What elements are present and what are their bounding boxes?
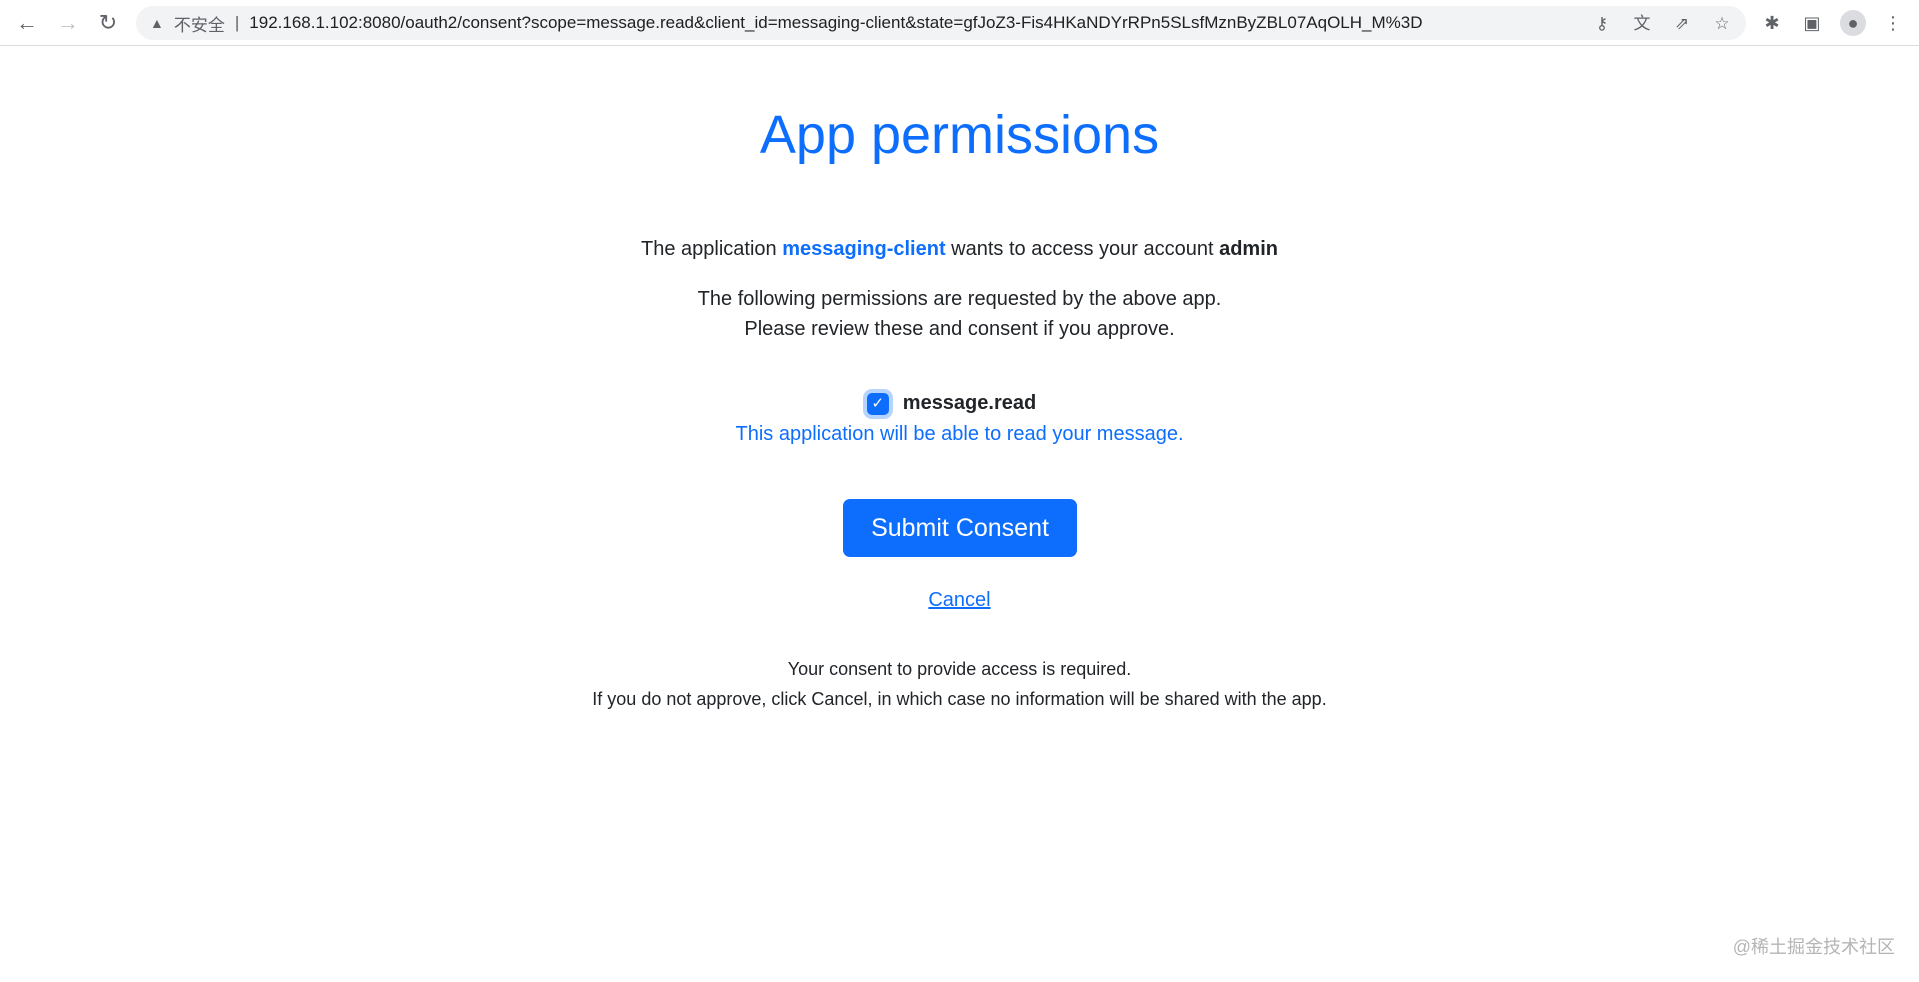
address-bar[interactable]: ▲ 不安全 | 192.168.1.102:8080/oauth2/consen… [136, 6, 1746, 40]
side-panel-icon[interactable]: ▣ [1799, 10, 1825, 36]
intro-middle: wants to access your account [945, 238, 1220, 260]
submit-consent-button[interactable]: Submit Consent [843, 499, 1077, 557]
footer-line-2: If you do not approve, click Cancel, in … [592, 689, 1327, 709]
footer-line-1: Your consent to provide access is requir… [787, 659, 1132, 679]
key-icon[interactable]: ⚷ [1590, 12, 1614, 36]
profile-avatar-icon[interactable]: ● [1840, 10, 1866, 36]
watermark: @稀土掘金技术社区 [1732, 937, 1895, 957]
insecure-label: 不安全 [173, 15, 225, 35]
scope-name[interactable]: message.read [903, 392, 1036, 415]
scope-checkbox[interactable]: ✓ [866, 392, 889, 415]
browser-toolbar: ← → ↻ ▲ 不安全 | 192.168.1.102:8080/oauth2/… [0, 0, 1919, 46]
star-icon[interactable]: ☆ [1710, 12, 1734, 36]
scope-description: This application will be able to read yo… [735, 423, 1184, 445]
intro-prefix: The application [641, 238, 783, 260]
account-name: admin [1219, 238, 1278, 260]
url-text[interactable]: 192.168.1.102:8080/oauth2/consent?scope=… [249, 13, 1422, 33]
warning-icon: ▲ [150, 15, 164, 31]
page-title: App permissions [759, 105, 1160, 165]
reload-icon[interactable]: ↻ [95, 10, 121, 36]
share-icon[interactable]: ⇗ [1670, 12, 1694, 36]
forward-arrow-icon[interactable]: → [55, 10, 81, 36]
scope-item: ✓ message.read [0, 392, 1911, 415]
checkmark-icon: ✓ [871, 394, 885, 412]
separator: | [234, 13, 240, 32]
menu-kebab-icon[interactable]: ⋮ [1880, 10, 1906, 36]
cancel-link[interactable]: Cancel [928, 589, 990, 611]
intro-text: The application messaging-client wants t… [0, 238, 1919, 261]
request-line-2: Please review these and consent if you a… [744, 318, 1175, 340]
request-line-1: The following permissions are requested … [697, 288, 1222, 310]
client-id: messaging-client [782, 238, 946, 260]
extensions-icon[interactable]: ✱ [1759, 10, 1785, 36]
translate-icon[interactable]: 文 [1630, 12, 1654, 36]
back-arrow-icon[interactable]: ← [14, 10, 40, 36]
